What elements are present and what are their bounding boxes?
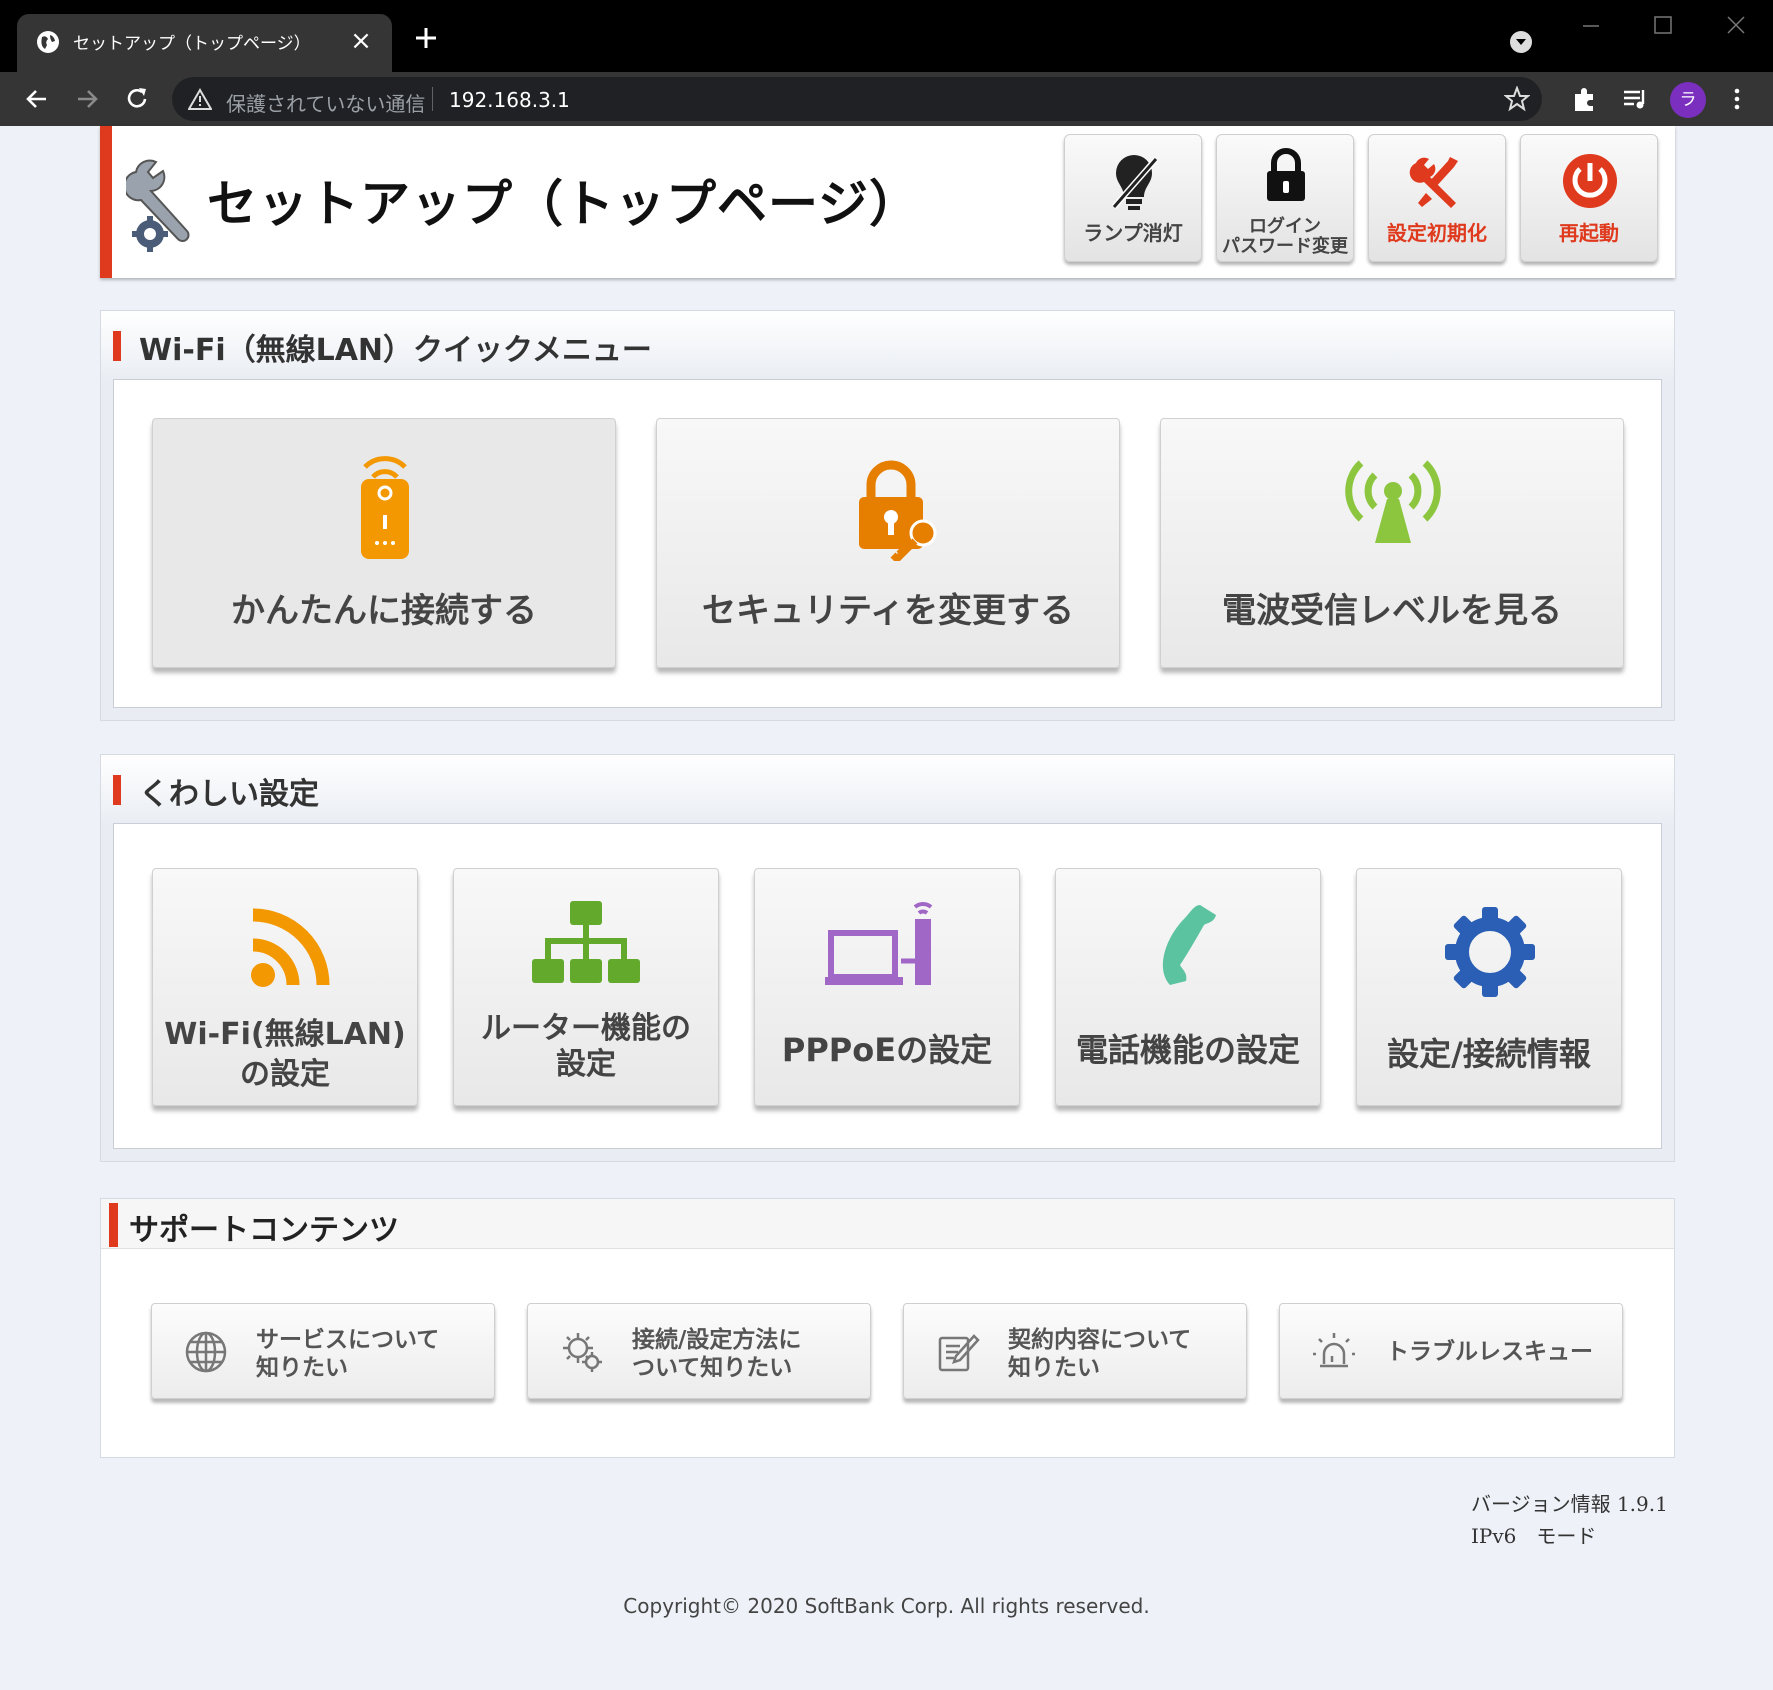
version-info: バージョン情報 1.9.1 IPv6 モード bbox=[1471, 1488, 1668, 1552]
network-icon bbox=[532, 901, 640, 983]
signal-level-card[interactable]: 電波受信レベルを見る bbox=[1160, 418, 1624, 668]
tab-search-icon[interactable] bbox=[1507, 28, 1535, 56]
section-accent-bar bbox=[113, 775, 121, 805]
extensions-puzzle-icon[interactable] bbox=[1570, 84, 1600, 114]
url-text[interactable]: 192.168.3.1 bbox=[449, 88, 570, 112]
wifi-settings-label: Wi-Fi(無線LAN) の設定 bbox=[164, 1017, 406, 1092]
section-accent-bar bbox=[109, 1203, 118, 1247]
phone-icon bbox=[1162, 905, 1216, 985]
version-text: バージョン情報 1.9.1 bbox=[1471, 1492, 1668, 1516]
power-icon bbox=[1563, 154, 1617, 208]
lock-icon bbox=[1267, 148, 1305, 201]
antenna-icon bbox=[1345, 460, 1441, 543]
profile-avatar[interactable]: ラ bbox=[1670, 82, 1706, 118]
contract-details-button[interactable]: 契約内容について 知りたい bbox=[903, 1303, 1247, 1399]
router-settings-label: ルーター機能の 設定 bbox=[481, 1011, 691, 1082]
section-accent-bar bbox=[113, 331, 121, 361]
maximize-icon[interactable] bbox=[1643, 10, 1683, 50]
reading-list-icon[interactable] bbox=[1620, 84, 1650, 114]
pppoe-settings-card[interactable]: PPPoEの設定 bbox=[754, 868, 1020, 1106]
detail-settings-section: くわしい設定 Wi-Fi(無線LAN) の設定 ルーター機能の 設定 PPPoE… bbox=[100, 754, 1675, 1162]
browser-toolbar: 保護されていない通信 192.168.3.1 bbox=[0, 72, 1773, 126]
gears-icon bbox=[563, 1333, 602, 1372]
reload-icon[interactable] bbox=[120, 82, 154, 116]
back-arrow-icon[interactable] bbox=[20, 82, 54, 116]
phone-settings-label: 電話機能の設定 bbox=[1075, 1031, 1300, 1069]
signal-level-label: 電波受信レベルを見る bbox=[1222, 591, 1562, 631]
easy-connect-card[interactable]: かんたんに接続する bbox=[152, 418, 616, 668]
alarm-icon bbox=[1313, 1333, 1355, 1368]
tools-icon bbox=[1409, 157, 1458, 208]
change-security-label: セキュリティを変更する bbox=[702, 591, 1074, 631]
forward-arrow-icon[interactable] bbox=[70, 82, 104, 116]
quick-menu-section: Wi-Fi（無線LAN）クイックメニュー かんたんに接続する セキュリティを変更… bbox=[100, 310, 1675, 721]
gear-icon bbox=[1445, 907, 1535, 997]
contract-details-label: 契約内容について 知りたい bbox=[1008, 1327, 1192, 1381]
address-bar[interactable]: 保護されていない通信 192.168.3.1 bbox=[172, 77, 1542, 121]
page-header: セットアップ（トップページ） ランプ消灯 ログイン パスワード変更 設定初期化 … bbox=[100, 126, 1675, 278]
wifi-settings-card[interactable]: Wi-Fi(無線LAN) の設定 bbox=[152, 868, 418, 1106]
change-security-card[interactable]: セキュリティを変更する bbox=[656, 418, 1120, 668]
wps-icon bbox=[361, 456, 409, 559]
lamp-off-button[interactable]: ランプ消灯 bbox=[1064, 134, 1202, 262]
factory-reset-button[interactable]: 設定初期化 bbox=[1368, 134, 1506, 262]
tab-close-icon[interactable]: × bbox=[346, 26, 376, 56]
connection-info-card[interactable]: 設定/接続情報 bbox=[1356, 868, 1622, 1106]
support-title: サポートコンテンツ bbox=[129, 1213, 399, 1248]
bookmark-star-icon[interactable] bbox=[1504, 86, 1530, 112]
support-section: サポートコンテンツ サービスについて 知りたい 接続/設定方法に ついて知りたい… bbox=[100, 1198, 1675, 1458]
close-window-icon[interactable] bbox=[1716, 10, 1756, 50]
copyright-text: Copyright© 2020 SoftBank Corp. All right… bbox=[623, 1594, 1150, 1618]
quick-menu-panel: かんたんに接続する セキュリティを変更する 電波受信レベルを見る bbox=[113, 379, 1662, 708]
wrench-gear-icon bbox=[126, 159, 190, 252]
restart-button[interactable]: 再起動 bbox=[1520, 134, 1658, 262]
page-title: セットアップ（トップページ） bbox=[207, 175, 920, 233]
security-warning-text[interactable]: 保護されていない通信 bbox=[226, 88, 425, 117]
menu-kebab-icon[interactable] bbox=[1722, 84, 1752, 114]
setup-method-button[interactable]: 接続/設定方法に ついて知りたい bbox=[527, 1303, 871, 1399]
support-header: サポートコンテンツ bbox=[101, 1199, 1674, 1249]
lock-key-icon bbox=[859, 460, 937, 561]
trouble-rescue-label: トラブルレスキュー bbox=[1386, 1339, 1593, 1365]
about-service-button[interactable]: サービスについて 知りたい bbox=[151, 1303, 495, 1399]
warning-triangle-icon bbox=[188, 88, 212, 110]
browser-tab[interactable]: セットアップ（トップページ） × bbox=[17, 14, 392, 72]
globe-favicon-icon bbox=[37, 31, 59, 53]
tab-title: セットアップ（トップページ） bbox=[73, 34, 311, 54]
easy-connect-label: かんたんに接続する bbox=[231, 591, 537, 631]
connection-info-label: 設定/接続情報 bbox=[1387, 1035, 1591, 1073]
router-settings-card[interactable]: ルーター機能の 設定 bbox=[453, 868, 719, 1106]
trouble-rescue-button[interactable]: トラブルレスキュー bbox=[1279, 1303, 1623, 1399]
quick-menu-title: Wi-Fi（無線LAN）クイックメニュー bbox=[139, 333, 652, 368]
laptop-router-icon bbox=[825, 902, 933, 985]
page-content: セットアップ（トップページ） ランプ消灯 ログイン パスワード変更 設定初期化 … bbox=[0, 126, 1773, 1690]
minimize-icon[interactable] bbox=[1571, 10, 1611, 50]
detail-settings-title: くわしい設定 bbox=[139, 777, 319, 812]
factory-reset-label: 設定初期化 bbox=[1387, 221, 1487, 245]
browser-titlebar: セットアップ（トップページ） × bbox=[0, 0, 1773, 72]
omnibox-divider bbox=[432, 87, 433, 111]
contract-icon bbox=[938, 1334, 980, 1372]
new-tab-plus-icon[interactable] bbox=[410, 22, 442, 54]
globe-icon bbox=[185, 1331, 227, 1373]
phone-settings-card[interactable]: 電話機能の設定 bbox=[1055, 868, 1321, 1106]
mode-text: IPv6 モード bbox=[1471, 1524, 1597, 1548]
login-password-button[interactable]: ログイン パスワード変更 bbox=[1216, 134, 1354, 262]
restart-label: 再起動 bbox=[1559, 221, 1619, 245]
wifi-icon bbox=[251, 908, 330, 987]
pppoe-settings-label: PPPoEの設定 bbox=[781, 1031, 993, 1069]
about-service-label: サービスについて 知りたい bbox=[256, 1327, 440, 1381]
lamp-off-icon bbox=[1111, 155, 1159, 210]
setup-method-label: 接続/設定方法に ついて知りたい bbox=[632, 1327, 802, 1381]
detail-settings-panel: Wi-Fi(無線LAN) の設定 ルーター機能の 設定 PPPoEの設定 電話機… bbox=[113, 823, 1662, 1149]
lamp-off-label: ランプ消灯 bbox=[1083, 221, 1183, 245]
login-password-label: ログイン パスワード変更 bbox=[1222, 216, 1348, 257]
